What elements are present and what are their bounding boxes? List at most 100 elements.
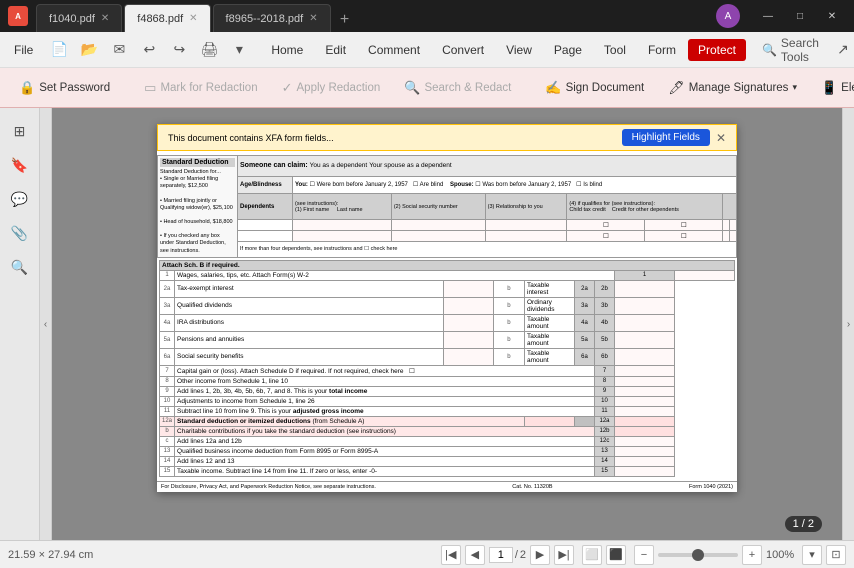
dep-extra1[interactable] bbox=[723, 220, 730, 231]
dep2-ssn-field[interactable] bbox=[391, 231, 485, 242]
open-icon[interactable]: 📂 bbox=[75, 36, 103, 64]
line-2b-field[interactable] bbox=[615, 280, 675, 297]
line-7-field[interactable] bbox=[615, 365, 675, 376]
collapse-left-button[interactable]: ‹ bbox=[40, 108, 52, 540]
tab-close-icon[interactable]: ✕ bbox=[189, 13, 197, 24]
new-icon[interactable]: 📄 bbox=[45, 36, 73, 64]
dep2-other-field[interactable]: ☐ bbox=[645, 231, 723, 242]
two-page-icon[interactable]: ⬛ bbox=[606, 545, 626, 565]
page-first-button[interactable]: |◀ bbox=[441, 545, 461, 565]
dep2-extra2[interactable] bbox=[730, 231, 737, 242]
share-icon[interactable]: ↗ bbox=[829, 36, 854, 64]
tab-close-icon[interactable]: ✕ bbox=[309, 13, 317, 24]
sidebar-attachment-icon[interactable]: 📎 bbox=[5, 218, 35, 248]
line-10-field[interactable] bbox=[615, 396, 675, 406]
single-page-icon[interactable]: ⬜ bbox=[582, 545, 602, 565]
dep-ssn-field[interactable] bbox=[391, 220, 485, 231]
close-icon[interactable]: ✕ bbox=[818, 2, 846, 30]
dep2-rel-field[interactable] bbox=[485, 231, 567, 242]
profile-avatar[interactable]: A bbox=[716, 4, 740, 28]
dep-extra2[interactable] bbox=[730, 220, 737, 231]
line-11-field[interactable] bbox=[615, 406, 675, 416]
dep-rel-field[interactable] bbox=[485, 220, 567, 231]
line-14-field[interactable] bbox=[615, 456, 675, 466]
menu-view[interactable]: View bbox=[496, 39, 542, 61]
sidebar-comment-icon[interactable]: 💬 bbox=[5, 184, 35, 214]
dep2-name-field[interactable] bbox=[293, 231, 392, 242]
xfa-close-button[interactable]: ✕ bbox=[716, 131, 726, 145]
menu-file[interactable]: File bbox=[4, 39, 43, 61]
tab-f4868[interactable]: f4868.pdf ✕ bbox=[124, 4, 210, 32]
mark-redaction-button[interactable]: ▭ Mark for Redaction bbox=[133, 75, 268, 101]
line-12b-field[interactable] bbox=[615, 426, 675, 436]
maximize-icon[interactable]: □ bbox=[786, 2, 814, 30]
menu-form[interactable]: Form bbox=[638, 39, 686, 61]
menu-edit[interactable]: Edit bbox=[315, 39, 356, 61]
page-next-button[interactable]: ▶ bbox=[530, 545, 550, 565]
electronic-button[interactable]: 📱 Electro... bbox=[810, 75, 854, 101]
manage-signatures-button[interactable]: 🖊 Manage Signatures ▾ bbox=[657, 75, 808, 101]
highlight-fields-button[interactable]: Highlight Fields bbox=[622, 129, 710, 146]
undo-icon[interactable]: ↩ bbox=[135, 36, 163, 64]
line-3a-field[interactable] bbox=[443, 297, 493, 314]
line-9-field[interactable] bbox=[615, 386, 675, 396]
line-13-field[interactable] bbox=[615, 446, 675, 456]
collapse-right-button[interactable]: › bbox=[842, 108, 854, 540]
dep-name-field[interactable] bbox=[293, 220, 392, 231]
tab-f8965[interactable]: f8965--2018.pdf ✕ bbox=[213, 4, 331, 32]
line-12c-field[interactable] bbox=[615, 436, 675, 446]
line-1-field[interactable] bbox=[675, 270, 735, 280]
line-7-ref: 7 bbox=[595, 365, 615, 376]
tab-close-icon[interactable]: ✕ bbox=[101, 13, 109, 24]
line-12a-right-field[interactable] bbox=[615, 416, 675, 426]
set-password-button[interactable]: 🔒 Set Password bbox=[8, 75, 121, 101]
print-icon[interactable]: 🖨 bbox=[195, 36, 223, 64]
add-tab-button[interactable]: + bbox=[333, 8, 357, 32]
line-5b-field[interactable] bbox=[615, 331, 675, 348]
line-5a-field[interactable] bbox=[443, 331, 493, 348]
line-3b-field[interactable] bbox=[615, 297, 675, 314]
line-12a-field[interactable] bbox=[525, 416, 575, 426]
page-last-button[interactable]: ▶| bbox=[554, 545, 574, 565]
sign-document-button[interactable]: ✍ Sign Document bbox=[534, 75, 655, 101]
document-scroll[interactable]: This document contains XFA form fields..… bbox=[52, 108, 842, 540]
dropdown-icon[interactable]: ▾ bbox=[225, 36, 253, 64]
line-6a-field[interactable] bbox=[443, 348, 493, 365]
line-4a-field[interactable] bbox=[443, 314, 493, 331]
fit-page-icon[interactable]: ⊡ bbox=[826, 545, 846, 565]
search-redact-button[interactable]: 🔍 Search & Redact bbox=[393, 75, 522, 101]
dep-child-tax-field[interactable]: ☐ bbox=[567, 220, 645, 231]
menu-convert[interactable]: Convert bbox=[432, 39, 494, 61]
email-icon[interactable]: ✉ bbox=[105, 36, 133, 64]
tab-f1040[interactable]: f1040.pdf ✕ bbox=[36, 4, 122, 32]
line-4b-field[interactable] bbox=[615, 314, 675, 331]
line-15-field[interactable] bbox=[615, 466, 675, 476]
line-6b-field[interactable] bbox=[615, 348, 675, 365]
menu-page[interactable]: Page bbox=[544, 39, 592, 61]
line-4a-num: 4a bbox=[160, 314, 175, 331]
line-8-field[interactable] bbox=[615, 376, 675, 386]
zoom-thumb[interactable] bbox=[692, 549, 704, 561]
zoom-slider[interactable] bbox=[658, 553, 738, 557]
sidebar-bookmark-icon[interactable]: 🔖 bbox=[5, 150, 35, 180]
document-viewer[interactable]: This document contains XFA form fields..… bbox=[52, 108, 842, 540]
zoom-dropdown-icon[interactable]: ▾ bbox=[802, 545, 822, 565]
menu-protect[interactable]: Protect bbox=[688, 39, 746, 61]
page-prev-button[interactable]: ◀ bbox=[465, 545, 485, 565]
menu-tool[interactable]: Tool bbox=[594, 39, 636, 61]
dep2-extra1[interactable] bbox=[723, 231, 730, 242]
line-2a-field[interactable] bbox=[443, 280, 493, 297]
menu-comment[interactable]: Comment bbox=[358, 39, 430, 61]
sidebar-pages-icon[interactable]: ⊞ bbox=[5, 116, 35, 146]
search-tools-button[interactable]: 🔍 Search Tools bbox=[754, 32, 827, 68]
page-number-input[interactable] bbox=[489, 547, 513, 563]
menu-home[interactable]: Home bbox=[261, 39, 313, 61]
zoom-in-button[interactable]: + bbox=[742, 545, 762, 565]
sidebar-search-icon[interactable]: 🔍 bbox=[5, 252, 35, 282]
apply-redaction-button[interactable]: ✓ Apply Redaction bbox=[271, 75, 392, 101]
dep-other-dep-field[interactable]: ☐ bbox=[645, 220, 723, 231]
redo-icon[interactable]: ↪ bbox=[165, 36, 193, 64]
dep2-child-field[interactable]: ☐ bbox=[567, 231, 645, 242]
minimize-icon[interactable]: — bbox=[754, 2, 782, 30]
zoom-out-button[interactable]: − bbox=[634, 545, 654, 565]
